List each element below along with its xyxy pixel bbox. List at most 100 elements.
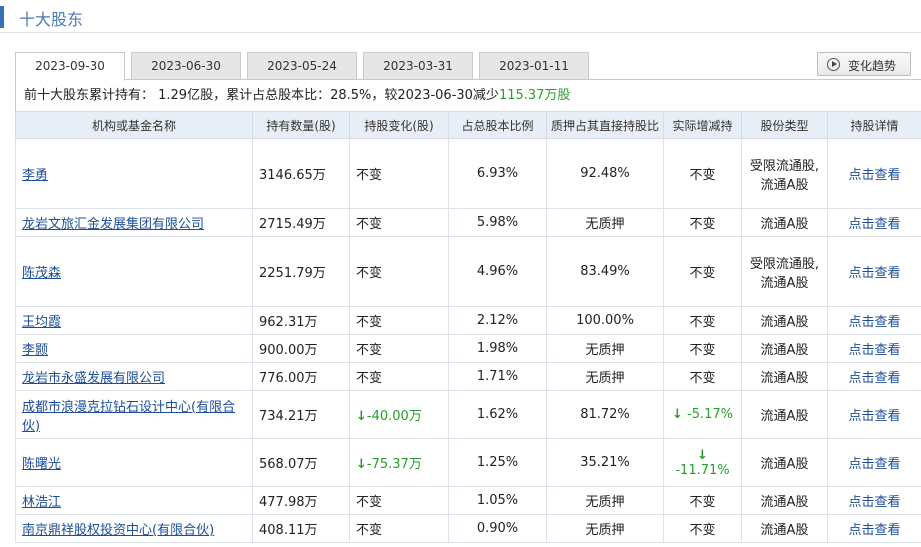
down-arrow-icon: ↓ [356, 457, 367, 472]
holder-name-link[interactable]: 南京鼎祥股权投资中心(有限合伙) [22, 523, 214, 538]
change-value: 不变 [356, 371, 383, 386]
change-cell: 不变 [349, 208, 449, 237]
section-title: 十大股东 [19, 10, 84, 29]
detail-link[interactable]: 点击查看 [848, 495, 900, 510]
table-row: 龙岩市永盛发展有限公司 776.00万 不变 1.71% 无质押 不变 流通A股 点击查看 [15, 362, 921, 391]
holder-name-link[interactable]: 陈茂森 [22, 266, 61, 281]
detail-cell: 点击查看 [827, 208, 921, 237]
actual-change-cell: 不变 [663, 208, 742, 237]
table-row: 南京鼎祥股权投资中心(有限合伙) 408.11万 不变 0.90% 无质押 不变 流通A股点… [15, 514, 921, 543]
change-cell: 不变 [349, 486, 449, 515]
pledge-cell: 92.48% [546, 138, 664, 209]
holder-name-link[interactable]: 陈曙光 [22, 457, 61, 472]
tab-2023-03-31[interactable]: 2023-03-31 [363, 52, 473, 80]
pledge-cell: 无质押 [546, 334, 664, 363]
quantity-cell: 568.07万 [252, 438, 350, 487]
share-type-cell: 流通A股 [741, 334, 828, 363]
ratio-cell: 1.71% [448, 362, 547, 391]
change-value: -40.00万 [366, 409, 422, 424]
change-value: 不变 [356, 217, 383, 232]
down-arrow-icon: ↓ [671, 407, 683, 422]
holder-name-cell: 龙岩文旅汇金发展集团有限公司 [15, 208, 253, 237]
tab-2023-09-30[interactable]: 2023-09-30 [15, 52, 125, 81]
trend-button-label: 变化趋势 [848, 59, 897, 73]
ratio-cell: 2.12% [448, 306, 547, 335]
change-value: 不变 [356, 523, 383, 538]
actual-change-value: -5.17% [687, 407, 734, 422]
change-cell: 不变 [349, 306, 449, 335]
detail-cell: 点击查看 [827, 514, 921, 543]
holder-name-link[interactable]: 龙岩文旅汇金发展集团有限公司 [22, 217, 204, 232]
ratio-cell: 1.62% [448, 390, 547, 439]
detail-cell: 点击查看 [827, 236, 921, 307]
holder-name-cell: 陈茂森 [15, 236, 253, 307]
actual-change-cell: 不变 [663, 236, 742, 307]
ratio-cell: 0.90% [448, 514, 547, 543]
change-value: 不变 [356, 343, 383, 358]
holder-name-link[interactable]: 李勇 [22, 168, 48, 183]
ratio-cell: 6.93% [448, 138, 547, 209]
trend-button[interactable]: 变化趋势 [817, 52, 911, 76]
holder-name-link[interactable]: 李颢 [22, 343, 48, 358]
share-type-cell: 流通A股 [741, 306, 828, 335]
share-type-cell: 受限流通股,流通A股 [741, 138, 828, 209]
column-header: 股份类型 [741, 111, 828, 139]
share-type-cell: 流通A股 [741, 438, 828, 487]
table-row: 陈曙光 568.07万 ↓-75.37万 1.25% 35.21% ↓ -11.71% 流通… [15, 438, 921, 487]
detail-link[interactable]: 点击查看 [848, 217, 900, 232]
detail-cell: 点击查看 [827, 438, 921, 487]
column-header: 实际增减持 [663, 111, 742, 139]
detail-link[interactable]: 点击查看 [848, 523, 900, 538]
detail-cell: 点击查看 [827, 362, 921, 391]
change-value: -75.37万 [366, 457, 422, 472]
change-cell: 不变 [349, 362, 449, 391]
actual-change-cell: 不变 [663, 362, 742, 391]
holder-name-cell: 南京鼎祥股权投资中心(有限合伙) [15, 514, 253, 543]
holder-name-cell: 王均霞 [15, 306, 253, 335]
change-cell: ↓-40.00万 [349, 390, 449, 439]
detail-link[interactable]: 点击查看 [848, 409, 900, 424]
detail-link[interactable]: 点击查看 [848, 168, 900, 183]
quantity-cell: 408.11万 [252, 514, 350, 543]
detail-link[interactable]: 点击查看 [848, 266, 900, 281]
actual-change-cell: ↓ -11.71% [663, 438, 742, 487]
pledge-cell: 100.00% [546, 306, 664, 335]
holder-name-cell: 李勇 [15, 138, 253, 209]
holder-name-cell: 成都市浪漫克拉钻石设计中心(有限合伙) [15, 390, 253, 439]
tab-2023-05-24[interactable]: 2023-05-24 [247, 52, 357, 80]
holder-name-cell: 龙岩市永盛发展有限公司 [15, 362, 253, 391]
down-arrow-icon: ↓ [697, 447, 708, 463]
ratio-cell: 5.98% [448, 208, 547, 237]
quantity-cell: 2251.79万 [252, 236, 350, 307]
detail-link[interactable]: 点击查看 [848, 457, 900, 472]
tab-2023-01-11[interactable]: 2023-01-11 [479, 52, 589, 80]
detail-link[interactable]: 点击查看 [848, 343, 900, 358]
actual-change-value: 不变 [689, 315, 716, 330]
shareholders-table: 机构或基金名称 持有数量(股) 持股变化(股) 占总股本比例 质押占其直接持股比 实际增减… [15, 111, 921, 543]
detail-cell: 点击查看 [827, 334, 921, 363]
ratio-cell: 1.25% [448, 438, 547, 487]
pledge-cell: 83.49% [546, 236, 664, 307]
column-header: 机构或基金名称 [15, 111, 253, 139]
holder-name-link[interactable]: 林浩江 [22, 495, 61, 510]
pledge-cell: 无质押 [546, 362, 664, 391]
pledge-cell: 无质押 [546, 486, 664, 515]
share-type-cell: 流通A股 [741, 362, 828, 391]
change-value: 不变 [356, 315, 383, 330]
share-type-cell: 流通A股 [741, 486, 828, 515]
detail-link[interactable]: 点击查看 [848, 371, 900, 386]
detail-cell: 点击查看 [827, 486, 921, 515]
holder-name-link[interactable]: 成都市浪漫克拉钻石设计中心(有限合伙) [22, 400, 235, 434]
holder-name-cell: 林浩江 [15, 486, 253, 515]
change-value: 不变 [356, 495, 383, 510]
summary-change: 115.37万股 [498, 88, 571, 103]
tab-2023-06-30[interactable]: 2023-06-30 [131, 52, 241, 80]
table-header-row: 机构或基金名称 持有数量(股) 持股变化(股) 占总股本比例 质押占其直接持股比 实际增减… [15, 111, 921, 139]
holdings-summary: 前十大股东累计持有： 1.29亿股，累计占总股本比：28.5%，较2023-06… [15, 80, 921, 111]
detail-link[interactable]: 点击查看 [848, 315, 900, 330]
holder-name-link[interactable]: 龙岩市永盛发展有限公司 [22, 371, 165, 386]
share-type-cell: 流通A股 [741, 208, 828, 237]
holder-name-link[interactable]: 王均霞 [22, 315, 61, 330]
change-cell: 不变 [349, 334, 449, 363]
summary-text: 前十大股东累计持有： 1.29亿股，累计占总股本比：28.5%，较2023-06… [24, 88, 499, 103]
